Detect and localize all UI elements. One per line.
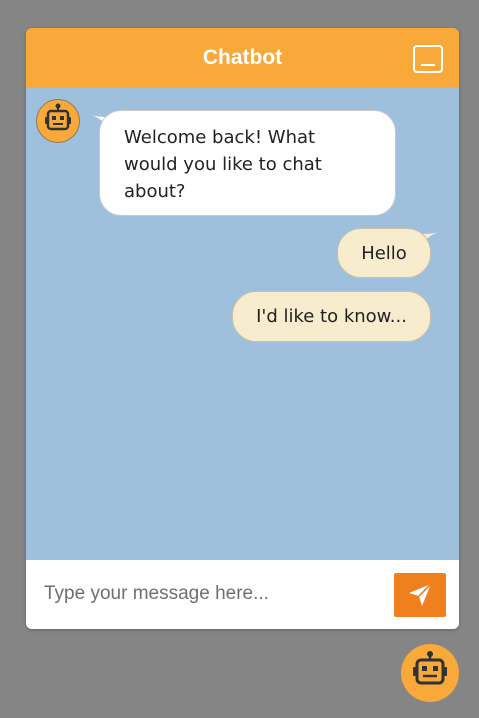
message-input[interactable] [34, 574, 404, 614]
input-bar [26, 560, 459, 629]
send-button[interactable] [394, 573, 446, 617]
user-message: I'd like to know... [232, 291, 431, 342]
user-message: Hello [337, 228, 431, 278]
robot-icon [45, 103, 71, 131]
chat-header: Chatbot [26, 28, 459, 88]
chat-window: Chatbot Welcome back! What would you lik… [26, 28, 459, 629]
bot-avatar [36, 99, 80, 143]
bot-message: Welcome back! What would you like to cha… [99, 110, 396, 216]
chat-title: Chatbot [202, 46, 283, 69]
send-icon [409, 583, 432, 606]
robot-icon [413, 651, 447, 685]
minimize-button[interactable] [413, 45, 443, 73]
minimize-icon [421, 64, 435, 66]
chatbot-launcher-button[interactable] [401, 644, 459, 702]
